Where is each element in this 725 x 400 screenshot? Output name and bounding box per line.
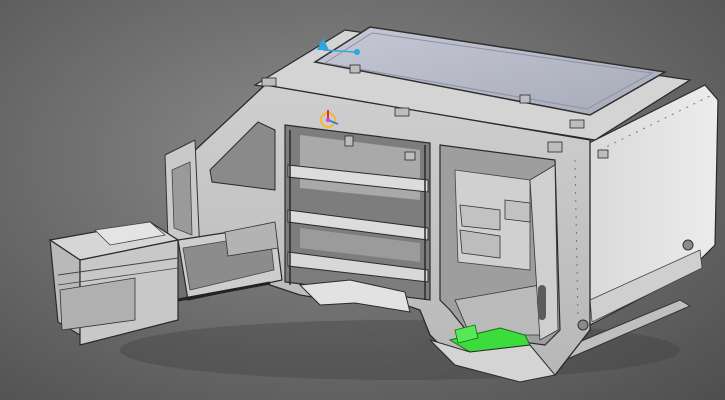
- rear-wall-slot: [538, 285, 546, 320]
- 3d-viewport[interactable]: [0, 0, 725, 400]
- left-wall-inset: [171, 161, 193, 236]
- side-port: [577, 319, 589, 331]
- ground-shadow: [120, 320, 680, 380]
- cad-model-canopy[interactable]: [0, 0, 725, 400]
- rear-drawer-upper-right: [504, 199, 531, 223]
- side-port: [682, 239, 694, 251]
- pivot-gizmo-icon[interactable]: [316, 108, 340, 132]
- transform-gizmo-icon[interactable]: [315, 34, 363, 56]
